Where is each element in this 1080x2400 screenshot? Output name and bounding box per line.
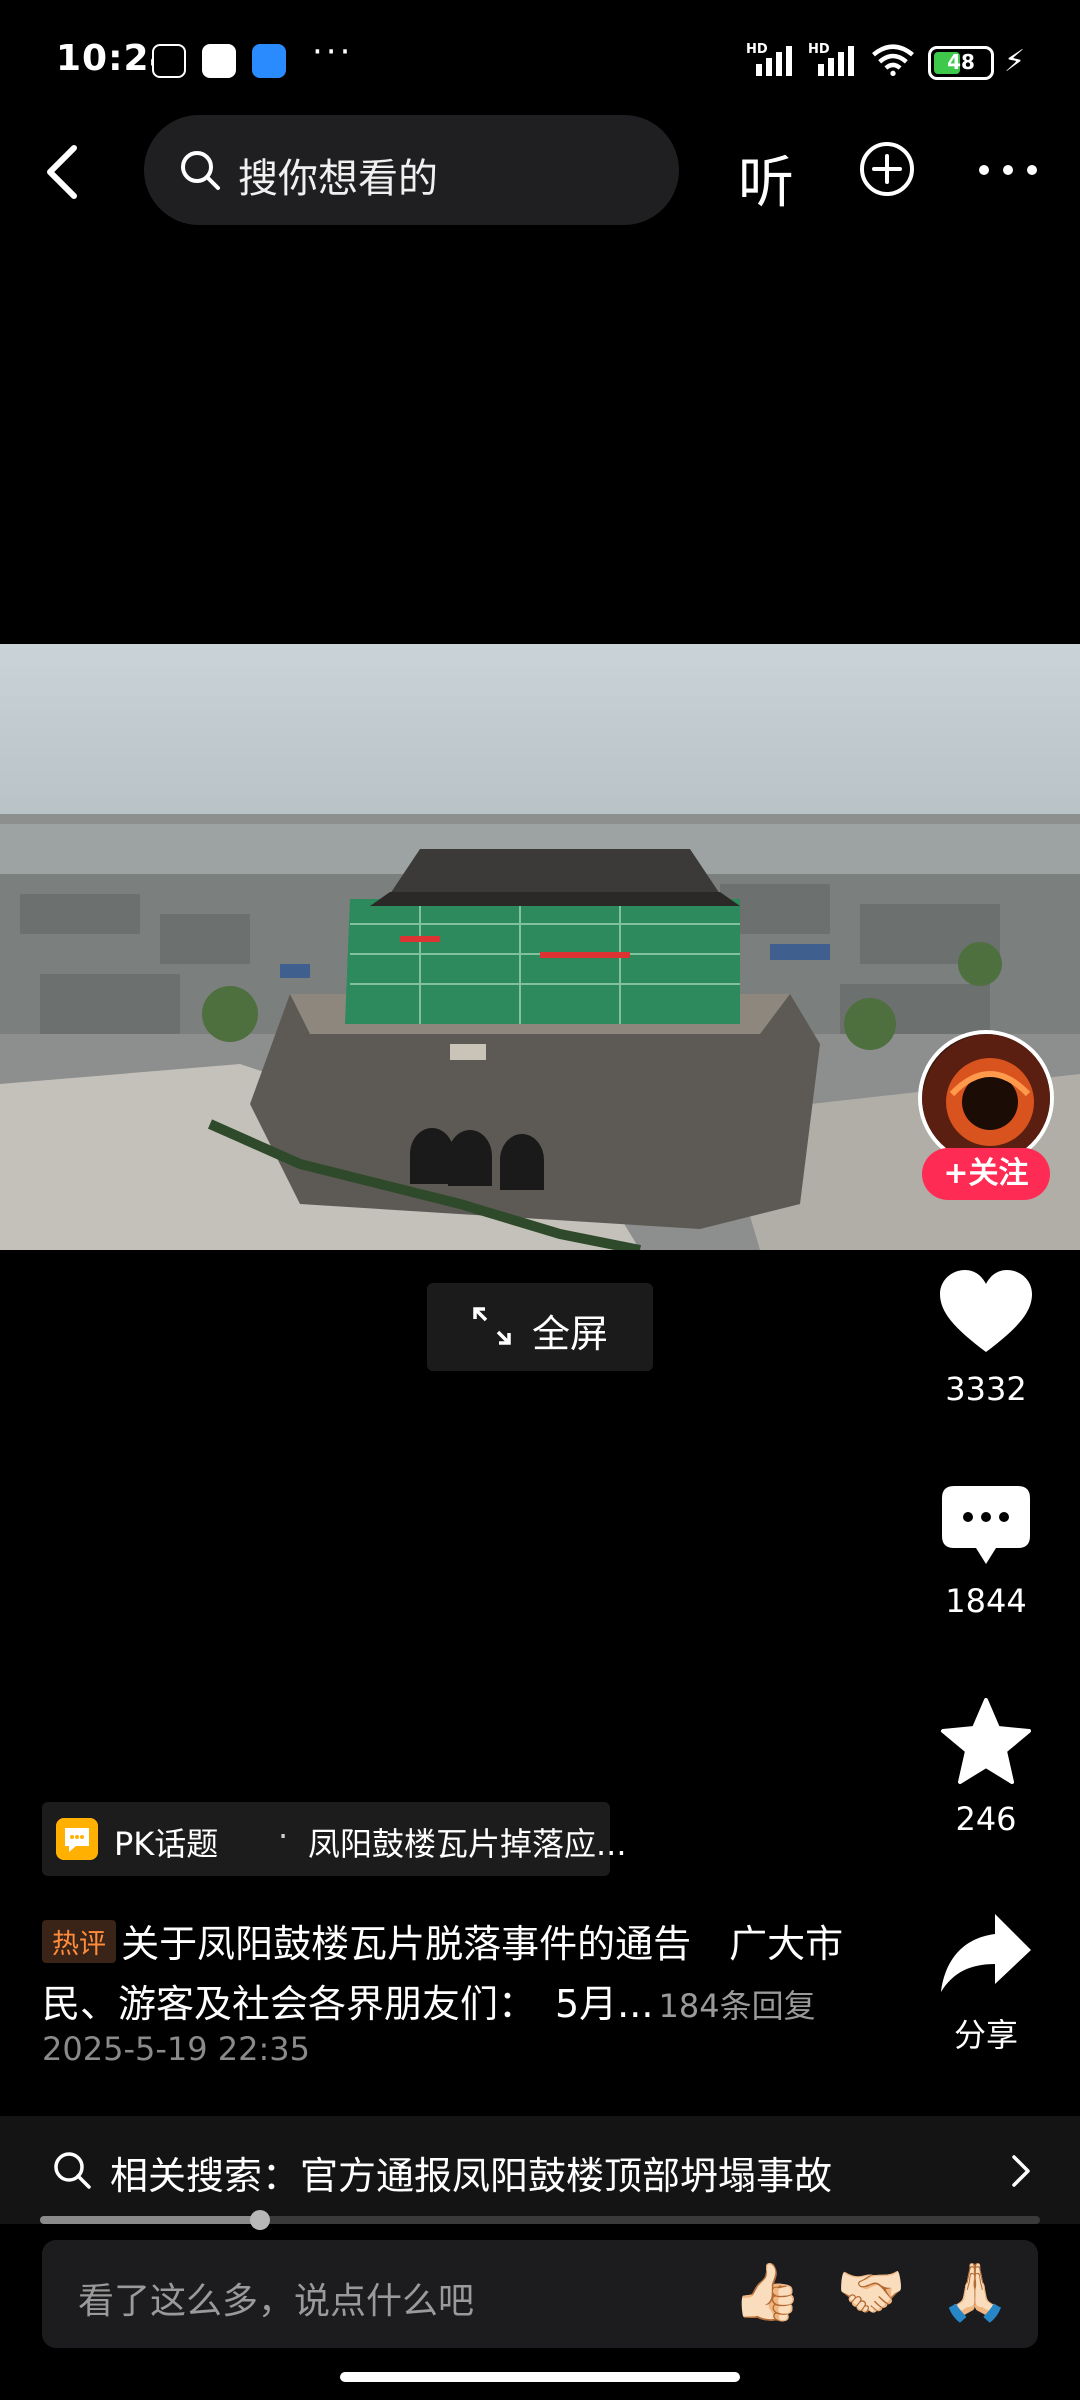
pk-topic-title: 凤阳鼓楼瓦片掉落应... bbox=[308, 1825, 627, 1863]
heart-icon bbox=[940, 1270, 1032, 1352]
search-icon bbox=[54, 2152, 91, 2189]
fullscreen-icon bbox=[473, 1307, 511, 1345]
wifi-icon bbox=[872, 44, 914, 76]
comment-button[interactable]: 1844 bbox=[900, 1484, 1072, 1620]
video-player[interactable] bbox=[0, 644, 1080, 1250]
comment-input-bar[interactable]: 看了这么多，说点什么吧 👍🏻 🤝🏻 🙏🏻 bbox=[42, 2240, 1038, 2348]
share-button[interactable]: 分享 bbox=[900, 1912, 1072, 2056]
progress-fill bbox=[40, 2216, 260, 2224]
follow-button[interactable]: +关注 bbox=[922, 1148, 1050, 1200]
more-notifications-icon: ··· bbox=[312, 32, 354, 72]
video-frame-drum-tower bbox=[0, 644, 1080, 1250]
cloud-notification-icon bbox=[252, 44, 286, 78]
listen-button[interactable]: 听 bbox=[738, 138, 794, 219]
pk-topic-chip[interactable]: PK话题 · 凤阳鼓楼瓦片掉落应... bbox=[42, 1802, 627, 1876]
favorite-count: 246 bbox=[955, 1800, 1017, 1838]
favorite-button[interactable]: 246 bbox=[900, 1698, 1072, 1838]
more-options-button[interactable] bbox=[978, 164, 1038, 176]
fullscreen-button[interactable]: 全屏 bbox=[427, 1283, 653, 1371]
status-bar: 10:24 ··· HD HD 48 ⚡ bbox=[0, 0, 1080, 110]
share-icon bbox=[941, 1914, 1031, 1992]
tiktok-notification-icon bbox=[152, 44, 186, 78]
share-label: 分享 bbox=[953, 2016, 1018, 2054]
progress-handle[interactable] bbox=[250, 2210, 270, 2230]
comment-icon bbox=[942, 1486, 1030, 1564]
thumbs-up-emoji-button[interactable]: 👍🏻 bbox=[732, 2260, 802, 2326]
comment-input-placeholder: 看了这么多，说点什么吧 bbox=[78, 2281, 475, 2322]
battery-level: 48 bbox=[947, 50, 975, 74]
home-indicator[interactable] bbox=[340, 2372, 740, 2382]
signal-icon-1 bbox=[756, 46, 792, 76]
pk-topic-label: PK话题 bbox=[114, 1825, 219, 1863]
star-icon bbox=[941, 1698, 1031, 1784]
video-progress-bar[interactable] bbox=[40, 2210, 1040, 2230]
fullscreen-label: 全屏 bbox=[532, 1312, 609, 1356]
comment-count: 1844 bbox=[945, 1582, 1027, 1620]
pk-topic-icon bbox=[56, 1818, 98, 1860]
search-placeholder: 搜你想看的 bbox=[238, 156, 438, 202]
handshake-emoji-button[interactable]: 🤝🏻 bbox=[836, 2260, 906, 2326]
signal-icon-2 bbox=[818, 46, 854, 76]
charging-icon: ⚡ bbox=[1004, 44, 1026, 79]
pray-emoji-button[interactable]: 🙏🏻 bbox=[940, 2260, 1010, 2326]
search-bar[interactable]: 搜你想看的 bbox=[144, 115, 679, 225]
hot-comment-badge: 热评 bbox=[42, 1920, 116, 1963]
add-button[interactable] bbox=[858, 140, 916, 198]
baidu-notification-icon bbox=[202, 44, 236, 78]
pk-topic-separator: · bbox=[278, 1817, 289, 1855]
search-icon bbox=[181, 151, 220, 190]
comment-timestamp: 2025-5-19 22:35 bbox=[42, 2030, 310, 2068]
like-button[interactable]: 3332 bbox=[900, 1268, 1072, 1408]
like-count: 3332 bbox=[945, 1370, 1027, 1408]
reply-count[interactable]: 184条回复 bbox=[659, 1987, 816, 2025]
related-search-text: 相关搜索：官方通报凤阳鼓楼顶部坍塌事故 bbox=[110, 2154, 833, 2198]
hot-comment[interactable]: 热评 关于凤阳鼓楼瓦片脱落事件的通告 广大市民、游客及社会各界朋友们： 5月..… bbox=[42, 1914, 872, 2034]
author-avatar[interactable] bbox=[918, 1030, 1054, 1166]
battery-icon: 48 bbox=[928, 46, 994, 80]
back-button[interactable] bbox=[40, 142, 88, 202]
chevron-right-icon bbox=[1012, 2155, 1030, 2187]
related-search-bar[interactable]: 相关搜索：官方通报凤阳鼓楼顶部坍塌事故 bbox=[0, 2116, 1080, 2224]
